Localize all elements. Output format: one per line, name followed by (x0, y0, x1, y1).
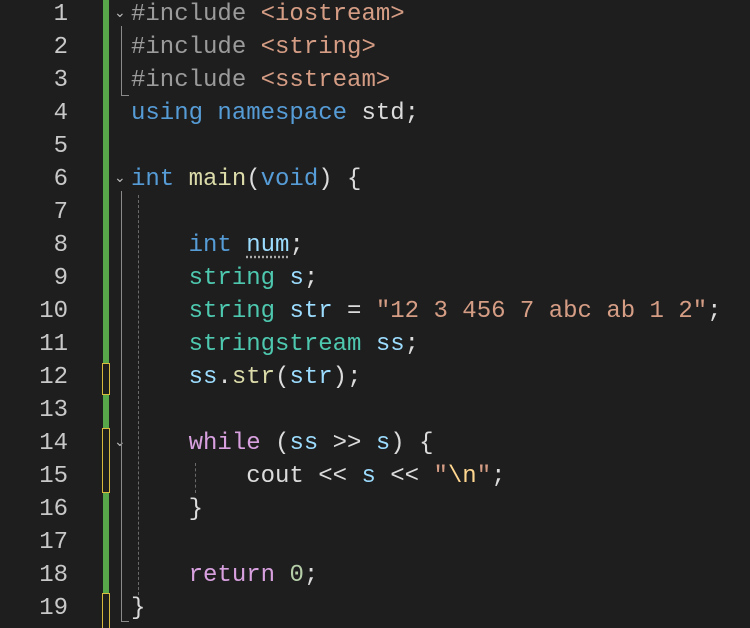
code-token: std; (361, 100, 420, 127)
code-token: str (231, 364, 276, 391)
code-token: ( (246, 166, 261, 193)
code-line[interactable]: while (ss >> s) { (131, 427, 434, 460)
code-token: = (332, 298, 376, 325)
modified-marker (102, 428, 110, 493)
code-token: ) { (318, 166, 362, 193)
code-token: string (131, 298, 290, 325)
line-number: 19 (39, 595, 68, 622)
code-token: "12 3 456 7 abc ab 1 2" (375, 298, 708, 325)
code-token: ss (375, 331, 405, 358)
code-token: ( (275, 430, 290, 457)
code-token: <string> (260, 34, 376, 61)
code-token: << (375, 463, 434, 490)
code-line[interactable]: } (131, 592, 145, 625)
fold-guide (121, 191, 122, 621)
fold-chevron-icon[interactable]: ⌄ (114, 171, 128, 185)
code-token: ; (289, 232, 304, 259)
fold-guide (121, 26, 122, 96)
code-line[interactable]: string s; (131, 262, 319, 295)
code-line[interactable]: int num; (131, 229, 304, 262)
code-line[interactable]: string str = "12 3 456 7 abc ab 1 2"; (131, 295, 722, 328)
code-token: cout (131, 463, 319, 490)
code-token: ; (303, 265, 319, 292)
code-token: ; (303, 562, 319, 589)
code-line[interactable]: } (131, 493, 203, 526)
code-token: <sstream> (260, 67, 391, 94)
code-token: s (375, 430, 391, 457)
code-token: } (131, 496, 204, 523)
line-number: 4 (53, 100, 68, 127)
code-token: #include (131, 34, 261, 61)
code-line[interactable]: #include <string> (131, 31, 376, 64)
code-token: ); (332, 364, 362, 391)
fold-guide-end (121, 621, 129, 622)
code-token: #include (131, 1, 261, 28)
code-line[interactable]: #include <sstream> (131, 64, 390, 97)
line-number: 11 (39, 331, 68, 358)
code-token: int (131, 166, 189, 193)
code-line[interactable]: #include <iostream> (131, 0, 405, 31)
line-number: 16 (39, 496, 68, 523)
line-number: 3 (53, 67, 68, 94)
code-line[interactable]: cout << s << "\n"; (131, 460, 506, 493)
code-token: << (318, 463, 362, 490)
code-token: ; (707, 298, 722, 325)
code-token: >> (318, 430, 376, 457)
code-line[interactable]: stringstream ss; (131, 328, 419, 361)
code-token: ; (404, 331, 420, 358)
code-token: str (289, 298, 333, 325)
change-indicator-bar (103, 0, 109, 628)
code-token: ss (289, 430, 319, 457)
code-editor[interactable]: 1 2 3 4 5 6 7 8 9 10 11 12 13 14 15 16 17 18 19 ⌄ ⌄ ⌄ #inc… (0, 0, 750, 628)
code-token: num (246, 232, 290, 259)
code-token: ) { (390, 430, 434, 457)
code-token: stringstream (131, 331, 376, 358)
code-token: namespace (217, 100, 362, 127)
line-number: 6 (53, 166, 68, 193)
code-token: using (131, 100, 218, 127)
code-token: . (217, 364, 232, 391)
line-number: 8 (53, 232, 68, 259)
code-token: ; (491, 463, 506, 490)
code-token: \n (447, 463, 477, 490)
code-token: 0 (289, 562, 304, 589)
code-line[interactable]: return 0; (131, 559, 319, 592)
code-token: ( (275, 364, 290, 391)
code-token: string (131, 265, 290, 292)
code-token: int (131, 232, 247, 259)
code-token: } (131, 595, 146, 622)
code-token: s (361, 463, 376, 490)
line-number: 9 (53, 265, 68, 292)
line-number: 1 (53, 1, 68, 28)
code-token: void (260, 166, 319, 193)
line-number: 18 (39, 562, 68, 589)
line-number: 15 (39, 463, 68, 490)
code-token: s (289, 265, 304, 292)
code-token: str (289, 364, 333, 391)
fold-guide-end (121, 95, 129, 96)
line-number: 12 (39, 364, 68, 391)
line-number: 2 (53, 34, 68, 61)
code-line[interactable]: using namespace std; (131, 97, 419, 130)
line-number: 13 (39, 397, 68, 424)
code-token: main (188, 166, 247, 193)
line-number: 10 (39, 298, 68, 325)
modified-marker (102, 363, 110, 395)
code-token: " (476, 463, 492, 490)
modified-marker (102, 593, 110, 628)
line-number: 5 (53, 133, 68, 160)
code-line[interactable]: ss.str(str); (131, 361, 362, 394)
code-token: while (131, 430, 276, 457)
code-line[interactable]: int main(void) { (131, 163, 361, 196)
fold-chevron-icon[interactable]: ⌄ (114, 6, 128, 20)
line-number: 7 (53, 199, 68, 226)
code-token: " (433, 463, 448, 490)
code-token: #include (131, 67, 261, 94)
code-token: return (131, 562, 290, 589)
line-number: 17 (39, 529, 68, 556)
line-number: 14 (39, 430, 68, 457)
code-token: <iostream> (260, 1, 405, 28)
code-token: ss (131, 364, 218, 391)
